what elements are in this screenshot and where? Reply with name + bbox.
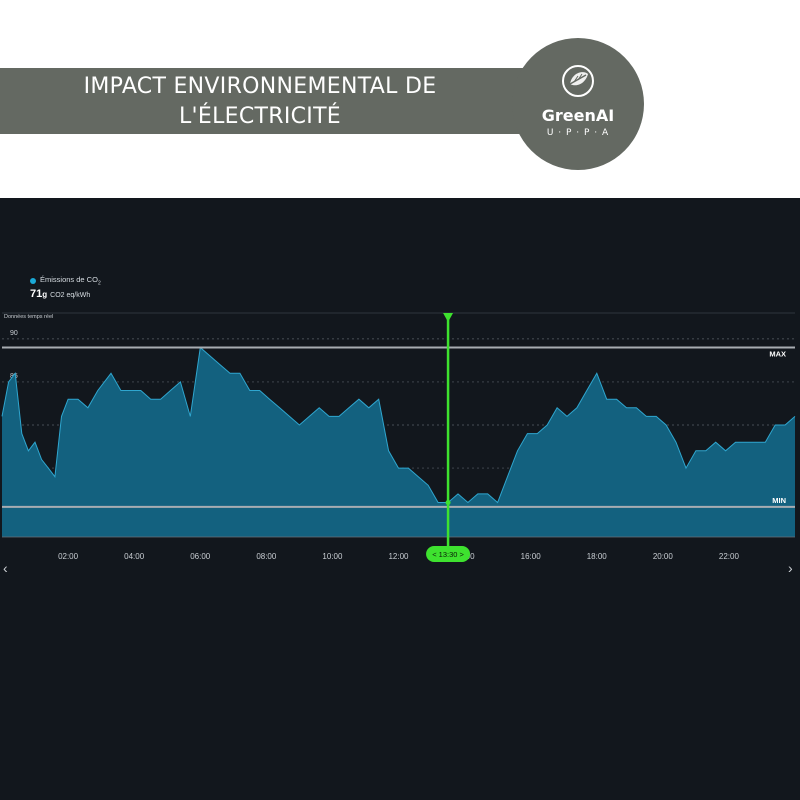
x-tick-label: 22:00	[719, 552, 740, 561]
x-tick-label: 02:00	[58, 552, 79, 561]
emissions-chart: 7075808590MAXMIN02:0004:0006:0008:0010:0…	[1, 312, 796, 562]
y-tick-label: 90	[10, 330, 18, 337]
x-tick-label: 20:00	[653, 552, 674, 561]
x-tick-label: 06:00	[190, 552, 211, 561]
previous-arrow-icon[interactable]: ‹	[3, 561, 8, 575]
max-label: MAX	[769, 349, 786, 358]
time-cursor-label: < 13:30 >	[432, 550, 464, 559]
next-arrow-icon[interactable]: ›	[788, 561, 793, 575]
x-tick-label: 18:00	[587, 552, 608, 561]
time-cursor-handle-icon	[443, 313, 454, 322]
x-tick-label: 04:00	[124, 552, 145, 561]
x-tick-label: 10:00	[322, 552, 343, 561]
x-tick-label: 12:00	[388, 552, 409, 561]
time-cursor-point	[445, 500, 451, 506]
min-label: MIN	[772, 496, 786, 505]
x-tick-label: 08:00	[256, 552, 277, 561]
x-tick-label: 16:00	[521, 552, 542, 561]
